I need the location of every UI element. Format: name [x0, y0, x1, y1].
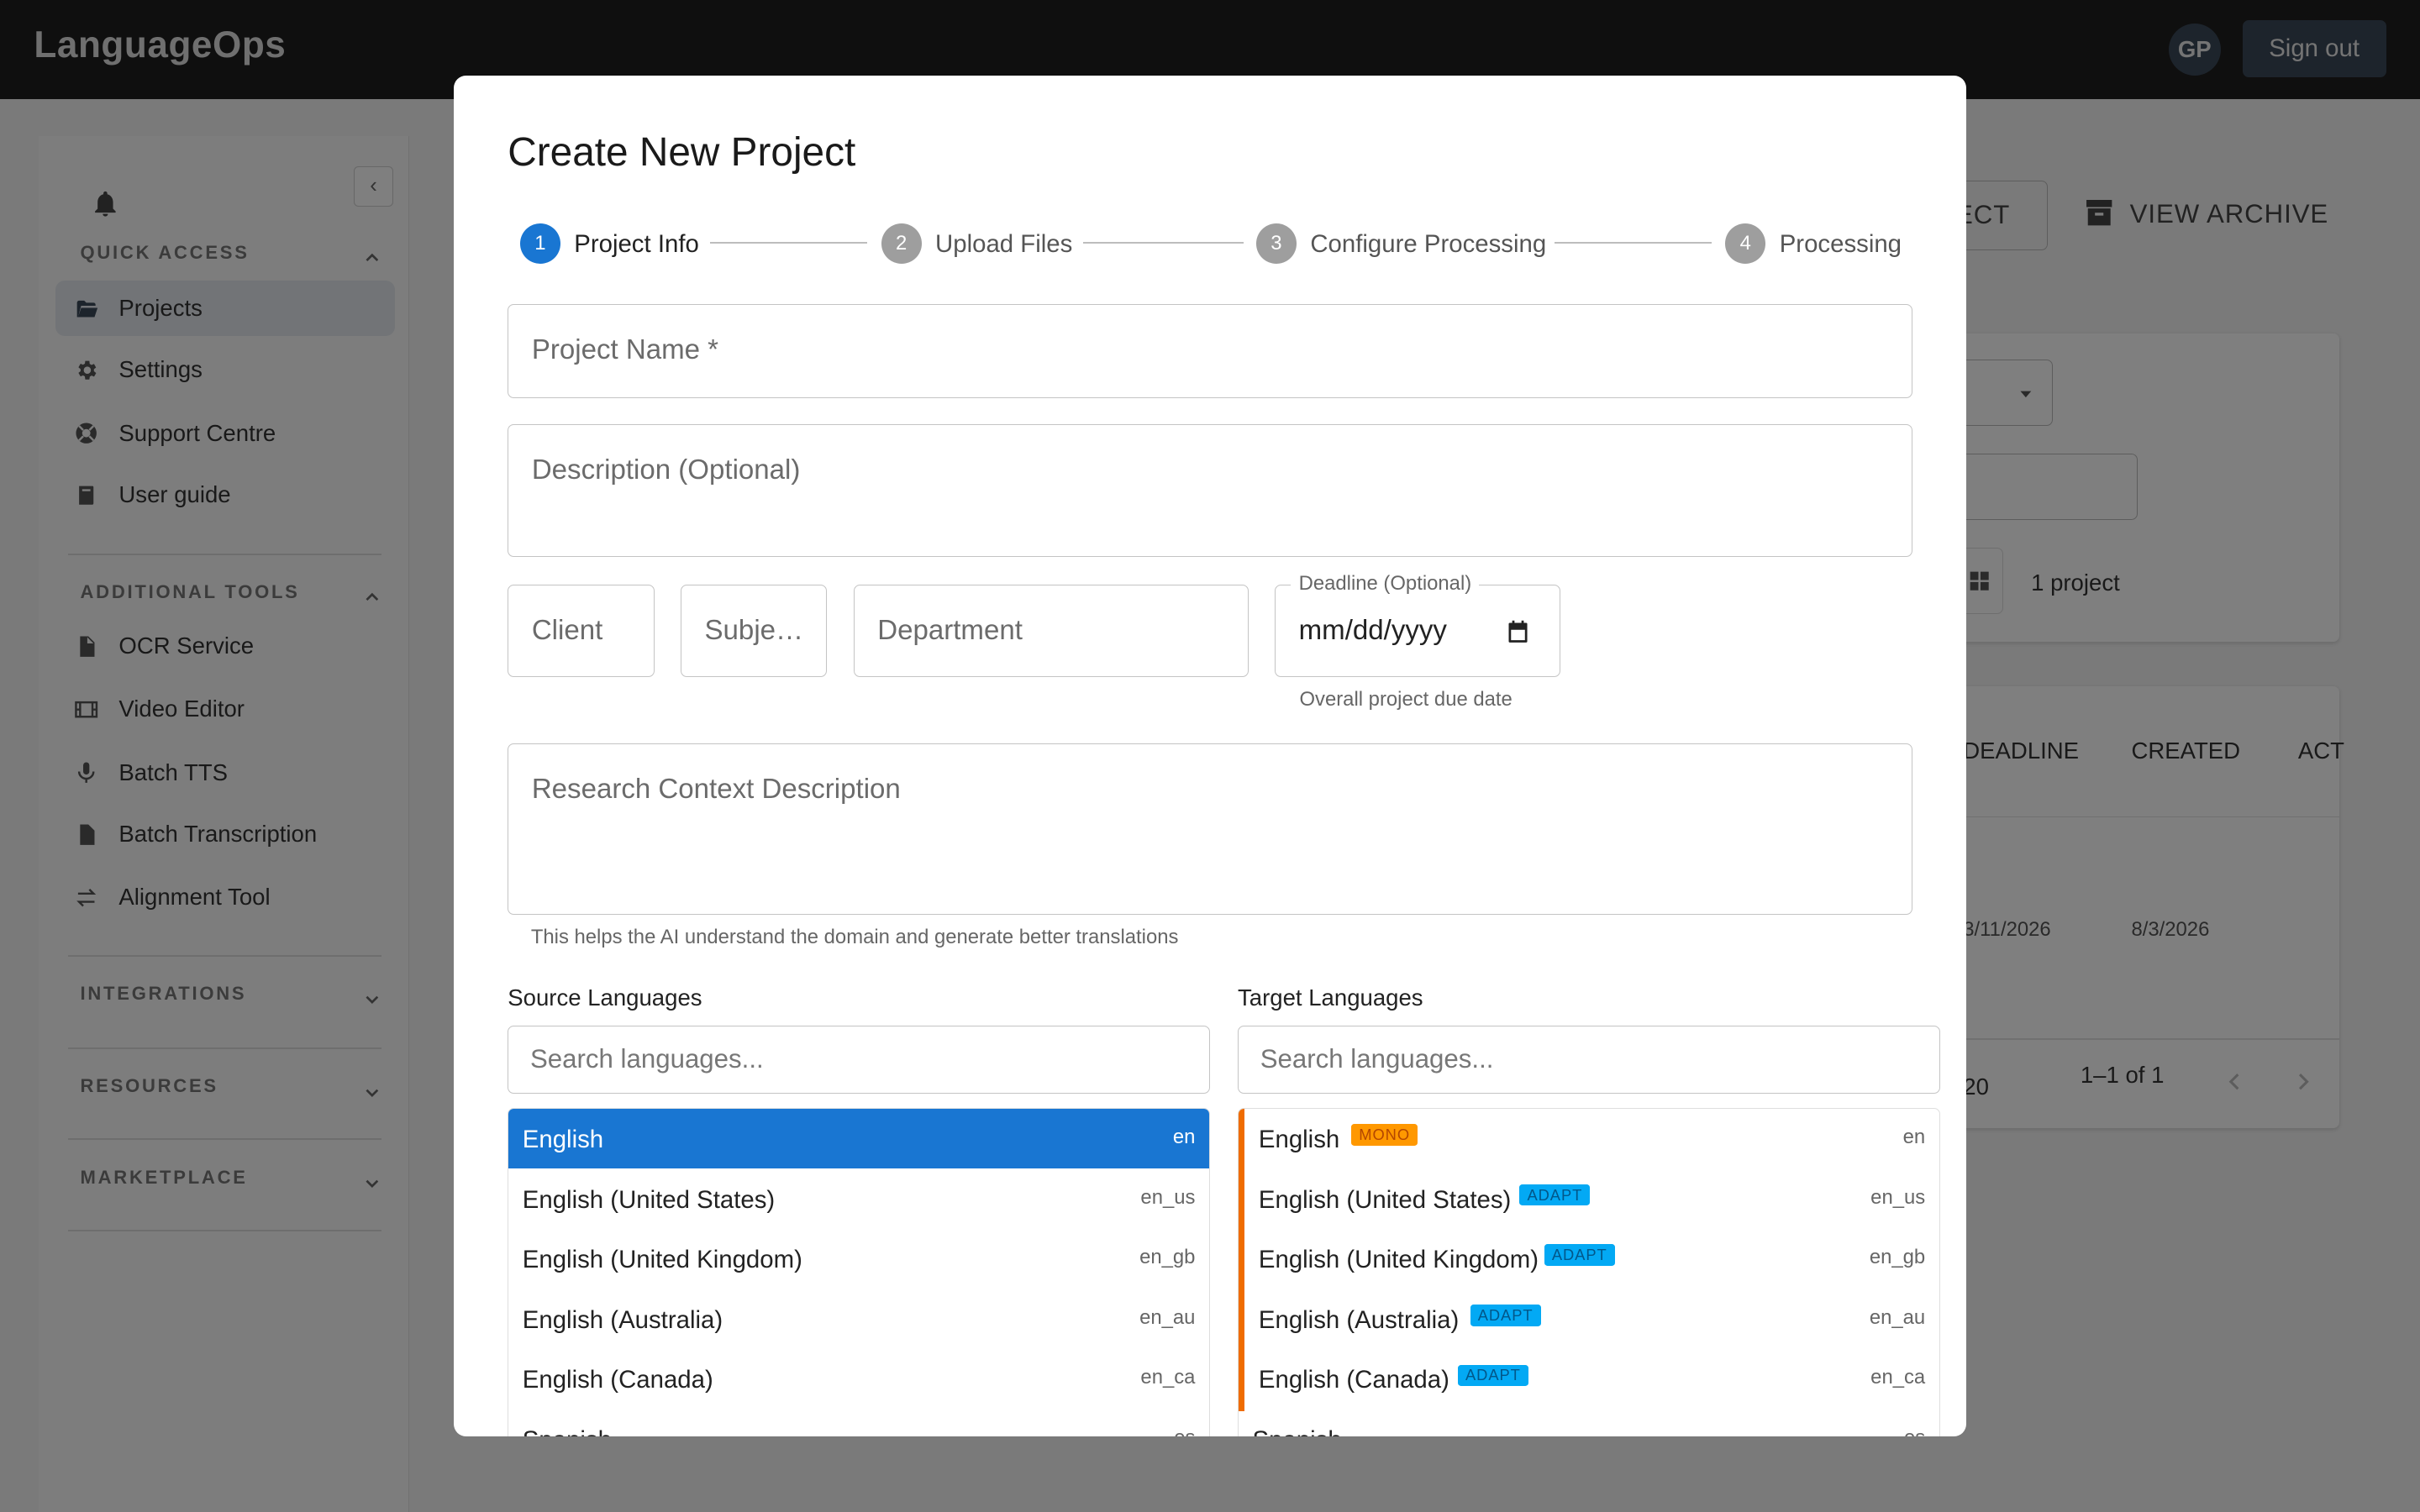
step-2-indicator: 2: [881, 223, 922, 265]
target-language-item[interactable]: English (United Kingdom) ADAPT en_gb: [1239, 1229, 1939, 1289]
source-language-item[interactable]: English (Australia) en_au: [508, 1289, 1209, 1350]
target-search-placeholder: Search languages...: [1260, 1043, 1494, 1074]
target-languages-title: Target Languages: [1238, 984, 1423, 1011]
deadline-field[interactable]: Deadline (Optional) mm/dd/yyyy: [1275, 571, 1560, 678]
language-name: English (Canada): [1258, 1366, 1449, 1394]
language-code: es: [1174, 1426, 1195, 1436]
target-language-item[interactable]: English MONO en: [1239, 1109, 1939, 1169]
description-field[interactable]: Description (Optional): [508, 424, 1912, 558]
subject-placeholder: Subje…: [704, 614, 804, 646]
step-connector: [1554, 242, 1712, 244]
language-name: English (United States): [1258, 1185, 1512, 1214]
deadline-value: mm/dd/yyyy: [1298, 614, 1447, 646]
adapt-badge: ADAPT: [1457, 1364, 1528, 1387]
adapt-badge: ADAPT: [1470, 1304, 1541, 1326]
target-language-list: English MONO en English (United States) …: [1238, 1107, 1940, 1436]
step-4-label: Processing: [1779, 229, 1902, 258]
source-language-item[interactable]: Spanish es: [508, 1410, 1209, 1436]
step-1-label: Project Info: [574, 229, 699, 258]
source-language-item[interactable]: English (United States) en_us: [508, 1168, 1209, 1229]
language-code: en_ca: [1140, 1366, 1196, 1389]
language-name: Spanish: [523, 1426, 612, 1436]
language-code: en: [1172, 1125, 1196, 1148]
subject-field[interactable]: Subje…: [680, 585, 828, 678]
target-language-item[interactable]: English (United States) ADAPT en_us: [1239, 1168, 1939, 1229]
language-name: English (United Kingdom): [522, 1246, 802, 1274]
deadline-label: Deadline (Optional): [1291, 571, 1480, 596]
source-languages-title: Source Languages: [508, 984, 702, 1011]
client-placeholder: Client: [531, 614, 603, 646]
language-name: English: [1258, 1125, 1340, 1153]
language-name: English (United States): [522, 1185, 776, 1214]
deadline-helper-text: Overall project due date: [1299, 688, 1512, 711]
step-3-label: Configure Processing: [1310, 229, 1547, 258]
target-language-item[interactable]: Spanish es: [1239, 1410, 1939, 1436]
language-name: English (Australia): [522, 1305, 723, 1334]
adapt-badge: ADAPT: [1544, 1244, 1615, 1266]
step-connector: [1083, 242, 1244, 244]
source-language-search[interactable]: Search languages...: [508, 1026, 1210, 1095]
language-name: English (Australia): [1258, 1305, 1460, 1334]
language-name: English (Canada): [522, 1366, 713, 1394]
department-field[interactable]: Department: [853, 585, 1249, 678]
adapt-badge: ADAPT: [1519, 1184, 1591, 1206]
language-code: en: [1902, 1125, 1926, 1148]
description-placeholder: Description (Optional): [531, 454, 801, 486]
create-project-dialog: Create New Project 1 Project Info 2 Uplo…: [453, 75, 1966, 1436]
research-context-field[interactable]: Research Context Description: [508, 743, 1912, 916]
source-search-placeholder: Search languages...: [529, 1043, 764, 1074]
source-language-item[interactable]: English (United Kingdom) en_gb: [508, 1229, 1209, 1289]
language-code: en_us: [1140, 1185, 1196, 1209]
target-language-search[interactable]: Search languages...: [1238, 1026, 1940, 1095]
language-name: Spanish: [1253, 1426, 1342, 1436]
step-3-indicator: 3: [1256, 223, 1297, 265]
source-language-item[interactable]: English (Canada) en_ca: [508, 1349, 1209, 1410]
department-placeholder: Department: [877, 614, 1023, 646]
dialog-title: Create New Project: [508, 130, 856, 176]
language-code: en_ca: [1870, 1366, 1926, 1389]
calendar-icon[interactable]: [1504, 618, 1532, 646]
step-4-indicator: 4: [1725, 223, 1766, 265]
target-language-item[interactable]: English (Canada) ADAPT en_ca: [1239, 1349, 1939, 1410]
step-1-indicator: 1: [519, 223, 560, 265]
language-name: English (United Kingdom): [1258, 1246, 1539, 1274]
mono-badge: MONO: [1351, 1124, 1418, 1146]
target-language-item[interactable]: English (Australia) ADAPT en_au: [1239, 1289, 1939, 1350]
project-name-field[interactable]: Project Name *: [508, 303, 1912, 398]
research-helper-text: This helps the AI understand the domain …: [530, 926, 1179, 948]
language-name: English: [522, 1125, 604, 1153]
language-code: en_au: [1869, 1305, 1926, 1329]
step-2-label: Upload Files: [935, 229, 1073, 258]
language-code: es: [1904, 1426, 1925, 1436]
language-code: en_gb: [1869, 1246, 1926, 1269]
language-code: en_gb: [1139, 1246, 1196, 1269]
source-language-list: English en English (United States) en_us…: [508, 1107, 1210, 1436]
client-field[interactable]: Client: [508, 585, 655, 678]
research-context-placeholder: Research Context Description: [531, 774, 901, 806]
language-code: en_au: [1139, 1305, 1196, 1329]
step-connector: [709, 242, 868, 244]
language-code: en_us: [1870, 1185, 1926, 1209]
project-name-placeholder: Project Name *: [531, 333, 719, 365]
source-language-item[interactable]: English en: [508, 1108, 1209, 1169]
